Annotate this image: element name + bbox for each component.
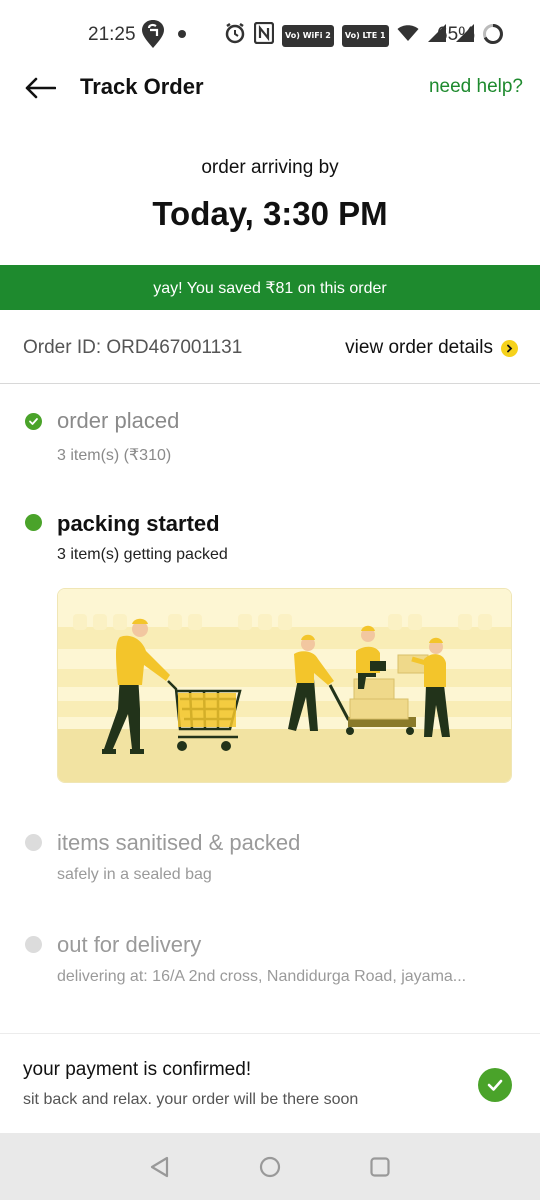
nav-home-button[interactable] [256, 1153, 284, 1181]
back-button[interactable] [20, 72, 60, 104]
back-triangle-icon [150, 1156, 169, 1178]
pending-step-icon [25, 834, 42, 851]
order-id: Order ID: ORD467001131 [23, 337, 243, 358]
arrival-label: order arriving by [201, 157, 339, 178]
step-title: out for delivery [57, 932, 202, 957]
nfc-icon [253, 21, 275, 49]
order-id-row: Order ID: ORD467001131 view order detail… [0, 310, 540, 384]
savings-text: yay! You saved ₹81 on this order [153, 279, 387, 297]
page-title: Track Order [80, 74, 204, 99]
payment-confirmation: your payment is confirmed! sit back and … [0, 1033, 540, 1133]
arrow-left-icon [25, 77, 56, 99]
wifi-calling-badge: Vo) WiFi 2 [282, 24, 334, 47]
active-step-icon [25, 514, 42, 531]
payment-subtitle: sit back and relax. your order will be t… [23, 1091, 359, 1108]
volte-badge: Vo) LTE 1 [341, 24, 389, 47]
step-subtitle: 3 item(s) (₹310) [57, 447, 172, 464]
recents-square-icon [370, 1157, 390, 1177]
app-header: Track Order need help? [0, 68, 540, 110]
battery-percent: 65% [437, 24, 476, 45]
arrival-time: Today, 3:30 PM [152, 195, 388, 232]
system-nav-bar [0, 1133, 540, 1200]
check-circle-icon [478, 1068, 512, 1102]
view-order-details-button[interactable]: view order details [345, 337, 518, 359]
savings-banner: yay! You saved ₹81 on this order [0, 265, 540, 310]
step-title: packing started [57, 511, 220, 536]
step-title: order placed [57, 408, 180, 433]
pending-step-icon [25, 936, 42, 953]
step-subtitle: safely in a sealed bag [57, 866, 212, 883]
home-circle-icon [259, 1156, 281, 1178]
wifi-icon [397, 24, 419, 47]
step-subtitle: 3 item(s) getting packed [57, 546, 228, 563]
step-subtitle: delivering at: 16/A 2nd cross, Nandidurg… [57, 968, 467, 985]
alarm-icon [224, 22, 246, 49]
battery-icon [482, 23, 504, 50]
check-circle-icon [25, 413, 42, 430]
chevron-right-icon [501, 339, 518, 357]
payment-title: your payment is confirmed! [23, 1059, 252, 1080]
nav-recents-button[interactable] [366, 1153, 394, 1181]
step-title: items sanitised & packed [57, 830, 301, 855]
need-help-link[interactable]: need help? [429, 76, 523, 98]
status-time: 21:25 [88, 24, 136, 45]
swiggy-notification-icon [140, 18, 166, 55]
nav-back-button[interactable] [146, 1153, 174, 1181]
packing-illustration [57, 588, 512, 783]
status-bar: 21:25 Vo) WiFi 2 Vo) LTE 1 65% [0, 0, 540, 68]
view-order-details-label: view order details [345, 337, 493, 358]
notification-dot-icon [178, 30, 186, 38]
